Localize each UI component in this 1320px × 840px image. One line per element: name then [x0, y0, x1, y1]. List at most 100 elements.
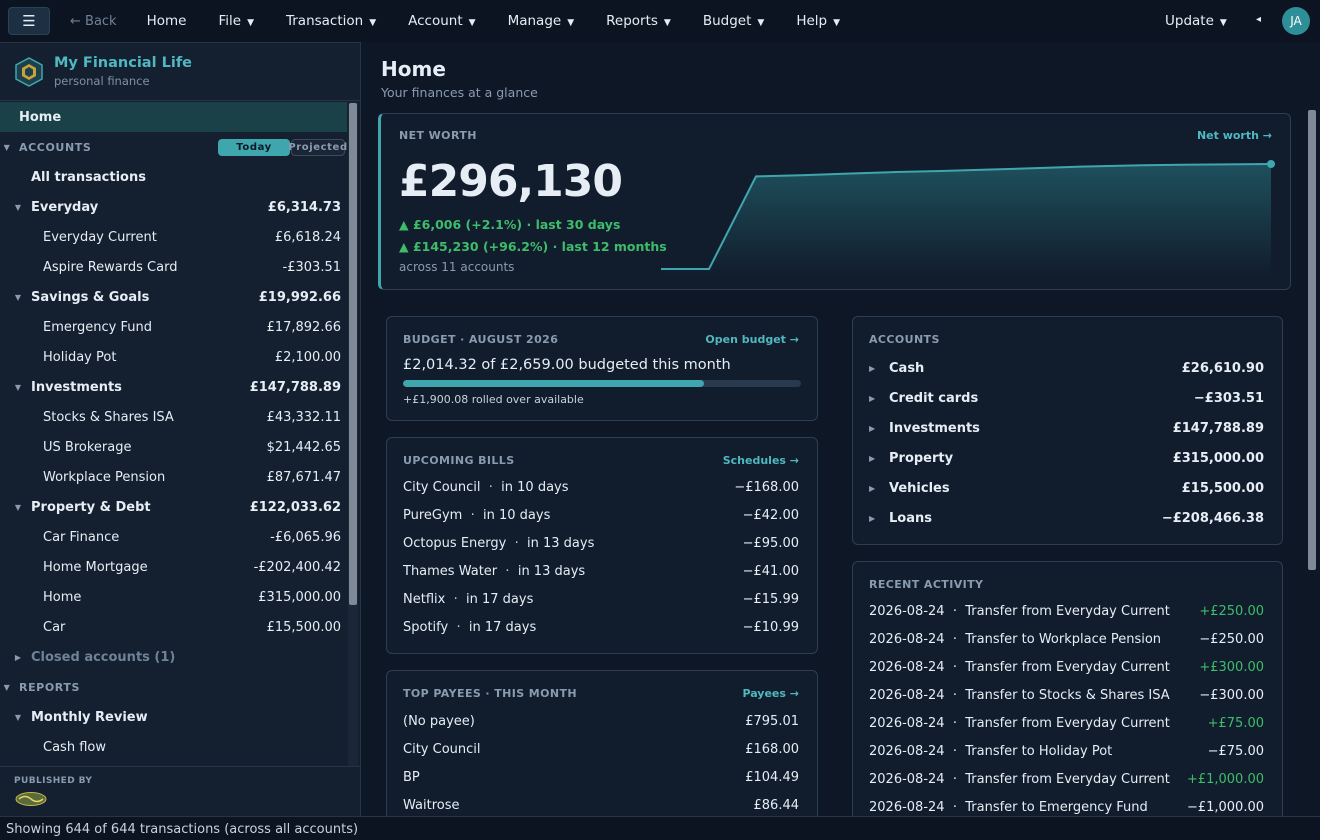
menu-account[interactable]: Account ▼	[392, 13, 491, 29]
sidebar: My Financial Life personal finance Home ▼…	[0, 42, 361, 816]
avatar[interactable]: JA	[1282, 7, 1310, 35]
account-item[interactable]: Aspire Rewards Card -£303.51	[0, 252, 347, 282]
collapse-left-icon[interactable]: ◂	[1256, 14, 1261, 25]
section-accounts[interactable]: ▼ ACCOUNTS Today Projected	[0, 132, 347, 162]
payee-row[interactable]: City Council £168.00	[403, 735, 799, 763]
menu-file[interactable]: File ▼	[202, 13, 270, 29]
main-scrollbar[interactable]	[1308, 110, 1316, 570]
collapse-arrow-icon[interactable]: ▼	[1, 143, 13, 152]
collapse-arrow-icon[interactable]: ▼	[12, 293, 24, 302]
toggle-today[interactable]: Today	[218, 139, 290, 156]
account-item[interactable]: Emergency Fund £17,892.66	[0, 312, 347, 342]
bill-row[interactable]: City Council · in 10 days −£168.00	[403, 473, 799, 501]
menu-help[interactable]: Help ▼	[780, 13, 856, 29]
toggle-projected[interactable]: Projected	[288, 139, 347, 156]
open-budget-link[interactable]: Open budget →	[705, 333, 799, 346]
account-group[interactable]: ▼ Property & Debt £122,033.62	[0, 492, 347, 522]
closed-accounts[interactable]: ▶ Closed accounts (1)	[0, 642, 347, 672]
budget-progress-bar	[403, 380, 801, 387]
net-worth-link[interactable]: Net worth →	[1197, 129, 1272, 142]
collapse-arrow-icon[interactable]: ▼	[12, 713, 24, 722]
menu-budget[interactable]: Budget ▼	[687, 13, 780, 29]
account-summary-row[interactable]: ▶ Credit cards −£303.51	[869, 383, 1264, 413]
activity-row[interactable]: 2026-08-24 · Transfer to Workplace Pensi…	[869, 625, 1264, 653]
collapse-arrow-icon[interactable]: ▼	[1, 683, 13, 692]
activity-description: Transfer to Stocks & Shares ISA	[965, 687, 1170, 703]
activity-row[interactable]: 2026-08-24 · Transfer to Stocks & Shares…	[869, 681, 1264, 709]
accounts-card: ACCOUNTS ▶ Cash £26,610.90 ▶ Credit cards −£3…	[852, 316, 1283, 545]
account-item-label: Car Finance	[43, 529, 120, 545]
separator: ·	[944, 715, 966, 731]
collapse-arrow-icon[interactable]: ▼	[12, 203, 24, 212]
account-summary-row[interactable]: ▶ Property £315,000.00	[869, 443, 1264, 473]
bill-row[interactable]: PureGym · in 10 days −£42.00	[403, 501, 799, 529]
payees-label: TOP PAYEES · THIS MONTH	[403, 687, 577, 700]
activity-row[interactable]: 2026-08-24 · Transfer from Everyday Curr…	[869, 709, 1264, 737]
schedules-link[interactable]: Schedules →	[723, 454, 799, 467]
account-item[interactable]: Car £15,500.00	[0, 612, 347, 642]
separator: ·	[506, 535, 528, 551]
separator: ·	[944, 687, 966, 703]
menu-label: Home	[146, 13, 187, 29]
account-item[interactable]: Everyday Current £6,618.24	[0, 222, 347, 252]
section-reports[interactable]: ▼ REPORTS	[0, 672, 347, 702]
menu-manage[interactable]: Manage ▼	[492, 13, 591, 29]
menu-transaction[interactable]: Transaction ▼	[270, 13, 392, 29]
account-summary-row[interactable]: ▶ Investments £147,788.89	[869, 413, 1264, 443]
account-item[interactable]: Car Finance -£6,065.96	[0, 522, 347, 552]
expand-arrow-icon[interactable]: ▶	[12, 653, 24, 662]
account-item[interactable]: Holiday Pot £2,100.00	[0, 342, 347, 372]
collapse-arrow-icon[interactable]: ▼	[12, 383, 24, 392]
activity-row[interactable]: 2026-08-24 · Transfer from Everyday Curr…	[869, 765, 1264, 793]
payee-amount: £86.44	[753, 797, 800, 813]
activity-date: 2026-08-24	[869, 631, 945, 647]
expand-arrow-icon[interactable]: ▶	[869, 394, 889, 403]
collapse-arrow-icon[interactable]: ▼	[12, 503, 24, 512]
expand-arrow-icon[interactable]: ▶	[869, 364, 889, 373]
account-summary-row[interactable]: ▶ Vehicles £15,500.00	[869, 473, 1264, 503]
payees-link[interactable]: Payees →	[742, 687, 799, 700]
account-item[interactable]: Stocks & Shares ISA £43,332.11	[0, 402, 347, 432]
menu-home[interactable]: Home	[131, 13, 203, 29]
bill-row[interactable]: Spotify · in 17 days −£10.99	[403, 613, 799, 641]
bill-row[interactable]: Octopus Energy · in 13 days −£95.00	[403, 529, 799, 557]
account-item[interactable]: Workplace Pension £87,671.47	[0, 462, 347, 492]
activity-row[interactable]: 2026-08-24 · Transfer from Everyday Curr…	[869, 653, 1264, 681]
account-item[interactable]: Home £315,000.00	[0, 582, 347, 612]
bill-row[interactable]: Thames Water · in 13 days −£41.00	[403, 557, 799, 585]
account-summary-amount: £315,000.00	[1172, 450, 1264, 466]
bill-row[interactable]: Netflix · in 17 days −£15.99	[403, 585, 799, 613]
account-summary-row[interactable]: ▶ Loans −£208,466.38	[869, 503, 1264, 533]
back-button[interactable]: ← Back	[70, 14, 117, 29]
payee-row[interactable]: Waitrose £86.44	[403, 791, 799, 816]
expand-arrow-icon[interactable]: ▶	[869, 484, 889, 493]
sidebar-scrollbar[interactable]	[349, 103, 357, 605]
account-item[interactable]: Home Mortgage -£202,400.42	[0, 552, 347, 582]
activity-row[interactable]: 2026-08-24 · Transfer to Holiday Pot −£75…	[869, 737, 1264, 765]
payee-row[interactable]: BP £104.49	[403, 763, 799, 791]
chevron-down-icon: ▼	[663, 18, 671, 28]
activity-row[interactable]: 2026-08-24 · Transfer to Emergency Fund −…	[869, 793, 1264, 816]
account-summary-row[interactable]: ▶ Cash £26,610.90	[869, 353, 1264, 383]
account-summary-name: Investments	[889, 420, 980, 436]
expand-arrow-icon[interactable]: ▶	[869, 454, 889, 463]
expand-arrow-icon[interactable]: ▶	[869, 424, 889, 433]
account-group[interactable]: ▼ Everyday £6,314.73	[0, 192, 347, 222]
account-group[interactable]: ▼ Investments £147,788.89	[0, 372, 347, 402]
expand-arrow-icon[interactable]: ▶	[869, 514, 889, 523]
hamburger-menu-button[interactable]: ☰	[8, 7, 50, 35]
menu-reports[interactable]: Reports ▼	[590, 13, 687, 29]
sidebar-item-home[interactable]: Home	[0, 102, 347, 132]
bill-name: City Council	[403, 479, 481, 495]
sidebar-item-all-transactions[interactable]: All transactions	[0, 162, 347, 192]
account-item[interactable]: US Brokerage $21,442.65	[0, 432, 347, 462]
report-item[interactable]: Cash flow	[0, 732, 347, 762]
account-group[interactable]: ▼ Savings & Goals £19,992.66	[0, 282, 347, 312]
report-group[interactable]: ▼ Monthly Review	[0, 702, 347, 732]
activity-row[interactable]: 2026-08-24 · Transfer from Everyday Curr…	[869, 597, 1264, 625]
account-group-label: Everyday	[31, 199, 99, 215]
chevron-down-icon: ▼	[369, 18, 377, 28]
payee-row[interactable]: (No payee) £795.01	[403, 707, 799, 735]
account-item-amount: £87,671.47	[266, 469, 341, 485]
update-menu[interactable]: Update ▼	[1165, 13, 1227, 29]
